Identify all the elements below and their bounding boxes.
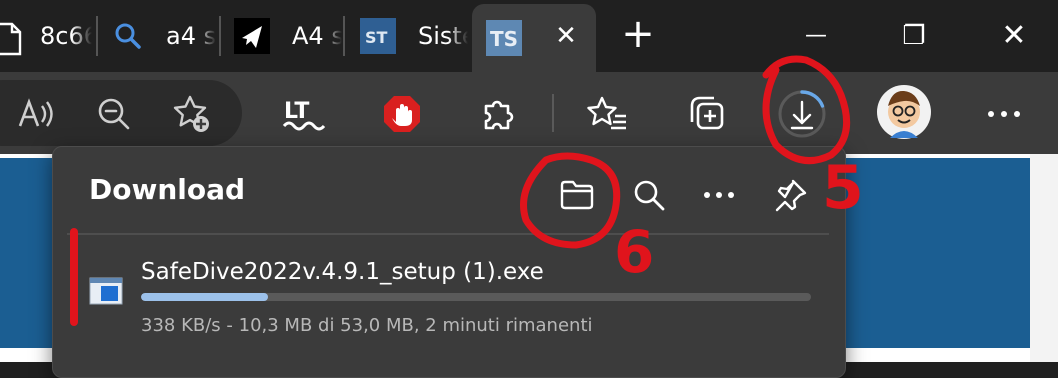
svg-text:ST: ST xyxy=(365,28,388,47)
downloads-panel: Download SafeDive2022v.4.9.1_setup (1).e… xyxy=(52,146,846,378)
window-close-button[interactable]: ✕ xyxy=(994,16,1034,56)
stop-hand-icon xyxy=(384,96,420,132)
tab-label: A4 s xyxy=(292,22,342,50)
tab-label: a4 s xyxy=(166,22,216,50)
settings-more-button[interactable] xyxy=(976,86,1032,142)
download-filename: SafeDive2022v.4.9.1_setup (1).exe xyxy=(141,259,544,285)
favorites-list-icon xyxy=(587,96,626,130)
favorites-button[interactable] xyxy=(580,86,636,142)
tab-a4-search[interactable]: a4 s xyxy=(100,0,220,72)
tab-active[interactable]: TS ✕ xyxy=(472,4,596,72)
minimize-button[interactable]: — xyxy=(796,18,836,54)
tab-a4-telegram[interactable]: A4 s xyxy=(224,0,344,72)
site-logo-icon: ST xyxy=(360,18,396,54)
read-aloud-icon xyxy=(18,98,53,127)
languagetool-icon: LT xyxy=(282,99,326,131)
adblock-button[interactable] xyxy=(374,86,430,142)
restore-button[interactable]: ❐ xyxy=(894,18,934,54)
collections-icon xyxy=(690,96,724,130)
avatar xyxy=(877,85,931,139)
profile-button[interactable] xyxy=(874,82,934,142)
zoom-out-button[interactable] xyxy=(86,86,142,142)
languagetool-label: LT xyxy=(284,99,309,124)
download-progress-bar xyxy=(141,293,811,301)
download-status: 338 KB/s - 10,3 MB di 53,0 MB, 2 minuti … xyxy=(141,315,593,336)
send-icon xyxy=(234,18,270,54)
new-tab-button[interactable]: + xyxy=(618,14,658,54)
toolbar: LT xyxy=(0,72,1058,154)
extensions-button[interactable] xyxy=(470,86,526,142)
downloads-button[interactable] xyxy=(770,82,834,146)
download-item[interactable]: SafeDive2022v.4.9.1_setup (1).exe 338 KB… xyxy=(53,147,845,377)
tab-close-button[interactable]: ✕ xyxy=(552,22,580,50)
tab-separator xyxy=(343,16,345,56)
star-add-icon xyxy=(173,95,209,132)
add-favorite-button[interactable] xyxy=(164,86,220,142)
search-icon xyxy=(114,22,150,58)
svg-text:TS: TS xyxy=(490,27,518,51)
tab-label: Siste xyxy=(418,22,468,50)
languagetool-button[interactable]: LT xyxy=(276,86,332,142)
read-aloud-button[interactable] xyxy=(8,86,64,142)
collections-button[interactable] xyxy=(678,86,734,142)
puzzle-icon xyxy=(484,100,514,130)
site-logo-icon: TS xyxy=(486,20,522,56)
scrollbar[interactable] xyxy=(1030,154,1058,362)
toolbar-divider xyxy=(552,94,554,132)
download-progress-icon xyxy=(778,90,826,138)
exe-file-icon xyxy=(89,277,123,305)
more-dots-icon xyxy=(988,111,1020,117)
document-icon xyxy=(0,20,36,56)
zoom-out-icon xyxy=(98,98,130,130)
tab-separator xyxy=(96,16,98,56)
tab-sistemi[interactable]: ST Siste xyxy=(348,0,470,72)
tab-label: 8c66 xyxy=(40,22,92,50)
tab-strip: 8c66 a4 s A4 s ST Siste TS ✕ + — ❐ ✕ xyxy=(0,0,1058,72)
download-progress-fill xyxy=(141,293,269,301)
tab-separator xyxy=(219,16,221,56)
